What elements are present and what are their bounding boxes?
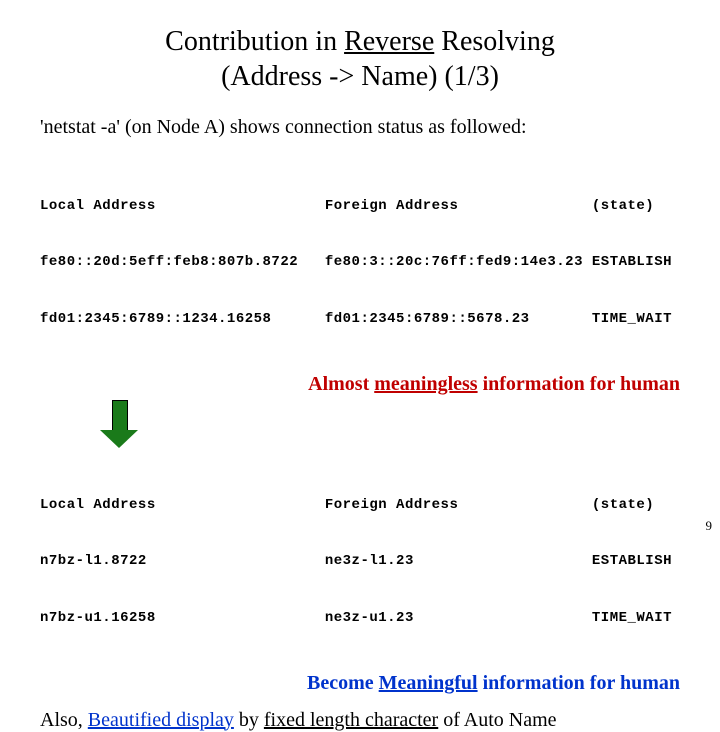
table1-header: Local Address Foreign Address (state) — [40, 197, 680, 216]
caption1-pre: Almost — [308, 373, 374, 395]
netstat-raw-block: Local Address Foreign Address (state) fe… — [40, 159, 680, 367]
table1-row1: fe80::20d:5eff:feb8:807b.8722 fe80:3::20… — [40, 253, 680, 272]
footer-p3: of Auto Name — [438, 709, 556, 731]
title-line2: (Address -> Name) (1/3) — [221, 61, 499, 92]
caption-meaningless: Almost meaningless information for human — [40, 373, 680, 396]
slide-title: Contribution in Reverse Resolving (Addre… — [40, 24, 680, 94]
netstat-resolved-block: Local Address Foreign Address (state) n7… — [40, 458, 680, 666]
caption2-post: information for human — [478, 672, 680, 694]
caption1-post: information for human — [478, 373, 680, 395]
title-pre: Contribution in — [165, 26, 344, 57]
intro-text: 'netstat -a' (on Node A) shows connectio… — [40, 116, 680, 139]
footer-p2: by — [234, 709, 264, 731]
arrow-row — [40, 400, 680, 448]
footer-u2: fixed length character — [264, 709, 438, 731]
caption-meaningful: Become Meaningful information for human — [40, 672, 680, 695]
table2-row1: n7bz-l1.8722 ne3z-l1.23 ESTABLISH — [40, 552, 680, 571]
footer-note: Also, Beautified display by fixed length… — [40, 709, 680, 732]
caption1-under: meaningless — [374, 373, 477, 395]
caption2-pre: Become — [307, 672, 379, 694]
page-number: 9 — [706, 518, 713, 534]
caption2-under: Meaningful — [379, 672, 478, 694]
slide: Contribution in Reverse Resolving (Addre… — [0, 0, 720, 540]
footer-p1: Also, — [40, 709, 88, 731]
title-post: Resolving — [434, 26, 555, 57]
title-underlined: Reverse — [344, 26, 434, 57]
table1-row2: fd01:2345:6789::1234.16258 fd01:2345:678… — [40, 310, 680, 329]
down-arrow-icon — [100, 400, 140, 448]
table2-header: Local Address Foreign Address (state) — [40, 496, 680, 515]
footer-blue: Beautified display — [88, 709, 234, 731]
table2-row2: n7bz-u1.16258 ne3z-u1.23 TIME_WAIT — [40, 609, 680, 628]
